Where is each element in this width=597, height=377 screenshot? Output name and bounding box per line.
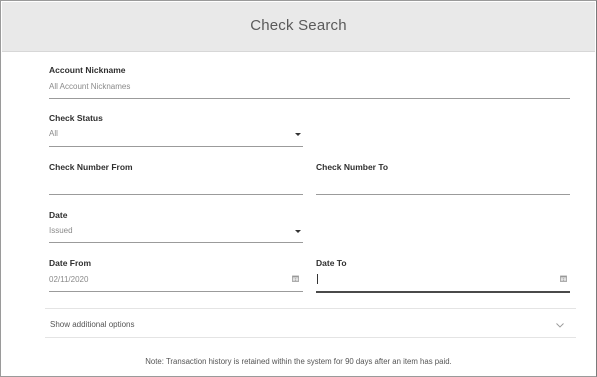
panel-header: Check Search [2, 2, 595, 52]
page-title: Check Search [250, 17, 347, 34]
check-number-to-label: Check Number To [316, 162, 389, 172]
text-cursor [317, 274, 318, 284]
chevron-down-icon[interactable] [295, 133, 301, 136]
check-number-from-underline [49, 194, 303, 195]
account-nickname-input[interactable]: All Account Nicknames [49, 82, 130, 91]
chevron-down-icon[interactable] [556, 323, 564, 328]
check-status-label: Check Status [49, 113, 103, 123]
date-to-label: Date To [316, 258, 347, 268]
calendar-icon[interactable] [560, 275, 567, 282]
check-status-select[interactable]: All [49, 129, 58, 138]
check-number-to-underline [316, 194, 570, 195]
date-to-input[interactable] [318, 275, 548, 287]
chevron-down-icon[interactable] [295, 230, 301, 233]
options-divider-bottom [45, 337, 576, 338]
date-to-underline [316, 291, 570, 293]
account-nickname-underline [49, 98, 570, 99]
date-from-label: Date From [49, 258, 92, 268]
date-from-underline [49, 291, 303, 292]
date-label: Date [49, 210, 68, 220]
retention-note: Note: Transaction history is retained wi… [145, 357, 452, 366]
check-number-from-input[interactable] [49, 178, 303, 190]
calendar-icon[interactable] [292, 275, 299, 282]
check-number-from-label: Check Number From [49, 162, 133, 172]
date-type-select[interactable]: Issued [49, 226, 73, 235]
date-from-input[interactable]: 02/11/2020 [49, 275, 88, 284]
show-additional-options-toggle[interactable]: Show additional options [50, 320, 135, 329]
check-search-panel: Check Search Account Nickname All Accoun… [0, 0, 597, 377]
account-nickname-label: Account Nickname [49, 65, 126, 75]
options-divider-top [45, 308, 576, 309]
date-type-underline [49, 242, 303, 243]
check-number-to-input[interactable] [316, 178, 570, 190]
check-status-underline [49, 146, 303, 147]
